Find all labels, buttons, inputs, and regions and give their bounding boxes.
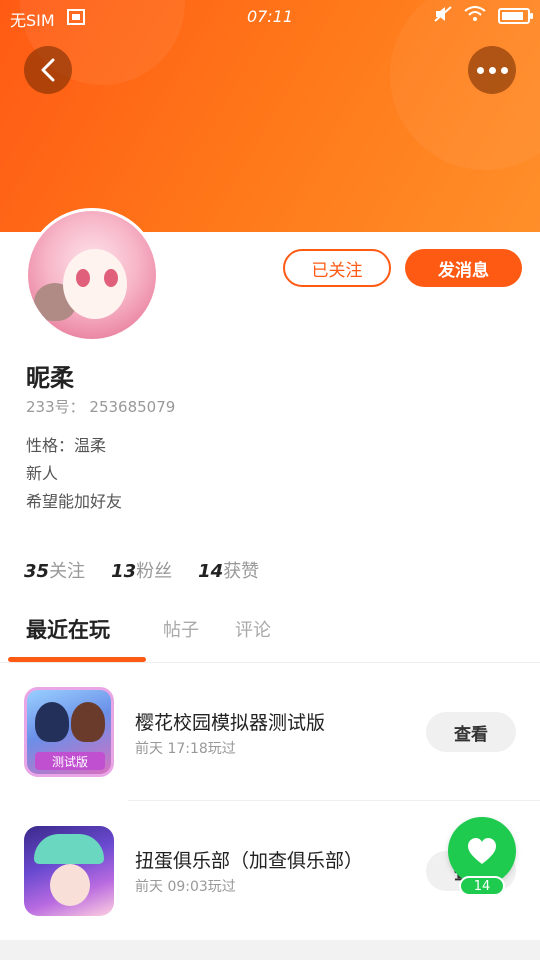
game-title: 扭蛋俱乐部（加查俱乐部） bbox=[135, 850, 364, 872]
heart-icon bbox=[468, 838, 496, 864]
status-bar: 无SIM 07:11 bbox=[0, 0, 540, 34]
stat-fans[interactable]: 13粉丝 bbox=[111, 557, 172, 583]
tab-comments[interactable]: 评论 bbox=[235, 616, 271, 642]
game-icon-badge: 测试版 bbox=[35, 752, 105, 770]
bio-line: 新人 bbox=[26, 464, 59, 483]
back-button[interactable] bbox=[24, 46, 72, 94]
view-button[interactable]: 查看 bbox=[426, 712, 516, 752]
user-id: 233号： 253685079 bbox=[26, 398, 176, 416]
game-played-time: 前天 17:18玩过 bbox=[135, 741, 236, 757]
mute-icon bbox=[434, 6, 452, 26]
stat-likes[interactable]: 14获赞 bbox=[198, 557, 259, 583]
game-icon bbox=[24, 826, 114, 916]
profile-header-banner: 无SIM 07:11 bbox=[0, 0, 540, 232]
list-item[interactable]: 测试版 樱花校园模拟器测试版 前天 17:18玩过 查看 bbox=[0, 670, 540, 805]
more-options-button[interactable] bbox=[468, 46, 516, 94]
user-bio: 性格：温柔 新人 希望能加好友 bbox=[26, 432, 122, 516]
tab-recently-played[interactable]: 最近在玩 bbox=[26, 614, 110, 644]
following-button[interactable]: 已关注 bbox=[283, 249, 391, 287]
game-title: 樱花校园模拟器测试版 bbox=[135, 712, 326, 734]
active-tab-indicator bbox=[8, 657, 146, 662]
user-stats: 35关注 13粉丝 14获赞 bbox=[24, 557, 259, 583]
user-avatar[interactable] bbox=[25, 208, 159, 342]
tab-posts[interactable]: 帖子 bbox=[163, 616, 199, 642]
bottom-spacer bbox=[0, 940, 540, 960]
user-name: 昵柔 bbox=[26, 364, 74, 392]
stat-following[interactable]: 35关注 bbox=[24, 557, 85, 583]
chevron-left-icon bbox=[41, 58, 55, 82]
wifi-icon bbox=[464, 6, 486, 26]
bio-line: 希望能加好友 bbox=[26, 492, 123, 511]
like-count-badge: 14 bbox=[459, 876, 505, 896]
divider bbox=[128, 800, 540, 801]
like-button[interactable] bbox=[448, 817, 516, 885]
more-dots-icon bbox=[476, 66, 508, 74]
send-message-button[interactable]: 发消息 bbox=[405, 249, 522, 287]
game-icon: 测试版 bbox=[24, 687, 114, 777]
battery-icon bbox=[498, 8, 533, 24]
bio-line: 性格：温柔 bbox=[26, 436, 107, 455]
profile-tabs: 最近在玩 帖子 评论 bbox=[0, 606, 540, 663]
game-played-time: 前天 09:03玩过 bbox=[135, 879, 236, 895]
